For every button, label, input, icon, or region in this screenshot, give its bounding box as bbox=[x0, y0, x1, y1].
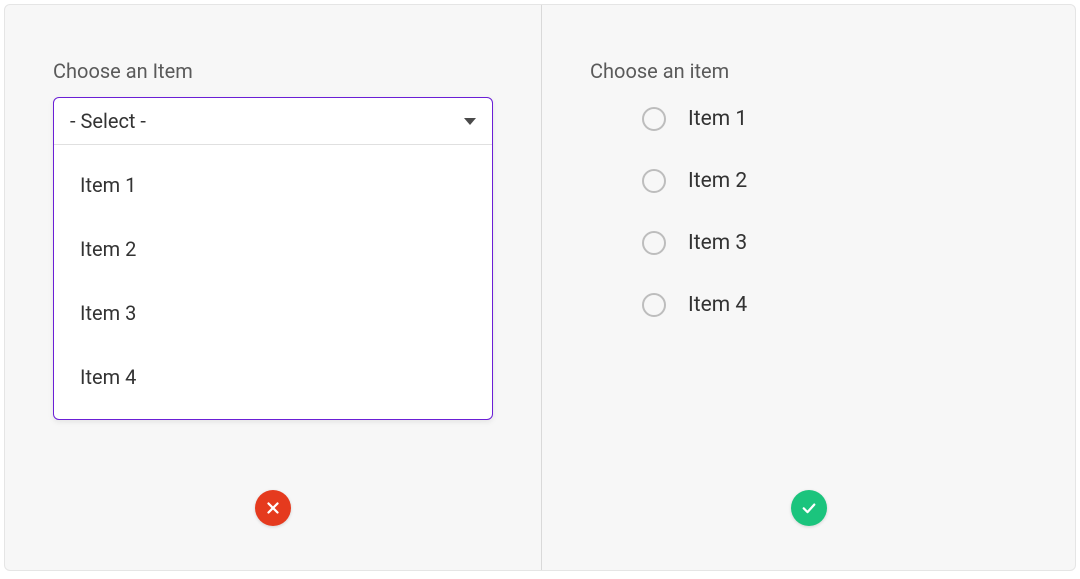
good-indicator-badge bbox=[791, 490, 827, 526]
radio-label-4: Item 4 bbox=[688, 293, 747, 317]
check-icon bbox=[800, 499, 818, 517]
select-wrapper: - Select - Item 1 Item 2 Item 3 Item 4 bbox=[53, 97, 493, 420]
radio-icon bbox=[642, 231, 666, 255]
panel-radio-good: Choose an item Item 1 Item 2 Item 3 Item… bbox=[542, 5, 1075, 570]
select-option-3[interactable]: Item 3 bbox=[54, 281, 492, 345]
radio-icon bbox=[642, 107, 666, 131]
select-box: - Select - Item 1 Item 2 Item 3 Item 4 bbox=[53, 97, 493, 420]
radio-label-2: Item 2 bbox=[688, 169, 747, 193]
select-option-4[interactable]: Item 4 bbox=[54, 345, 492, 409]
radio-icon bbox=[642, 293, 666, 317]
radio-label-3: Item 3 bbox=[688, 231, 747, 255]
radio-icon bbox=[642, 169, 666, 193]
radio-group: Item 1 Item 2 Item 3 Item 4 bbox=[642, 107, 1027, 317]
select-placeholder: - Select - bbox=[70, 109, 146, 133]
radio-group-label: Choose an item bbox=[590, 59, 1027, 83]
radio-item-1[interactable]: Item 1 bbox=[642, 107, 1027, 131]
radio-label-1: Item 1 bbox=[688, 107, 747, 131]
select-options-list: Item 1 Item 2 Item 3 Item 4 bbox=[54, 145, 492, 419]
select-option-1[interactable]: Item 1 bbox=[54, 153, 492, 217]
comparison-container: Choose an Item - Select - Item 1 Item 2 … bbox=[4, 4, 1076, 571]
select-option-2[interactable]: Item 2 bbox=[54, 217, 492, 281]
radio-item-4[interactable]: Item 4 bbox=[642, 293, 1027, 317]
panel-dropdown-bad: Choose an Item - Select - Item 1 Item 2 … bbox=[5, 5, 542, 570]
select-header[interactable]: - Select - bbox=[54, 98, 492, 145]
cross-icon bbox=[264, 499, 282, 517]
radio-item-2[interactable]: Item 2 bbox=[642, 169, 1027, 193]
chevron-down-icon bbox=[464, 118, 476, 125]
dropdown-label: Choose an Item bbox=[53, 59, 493, 83]
radio-item-3[interactable]: Item 3 bbox=[642, 231, 1027, 255]
bad-indicator-badge bbox=[255, 490, 291, 526]
